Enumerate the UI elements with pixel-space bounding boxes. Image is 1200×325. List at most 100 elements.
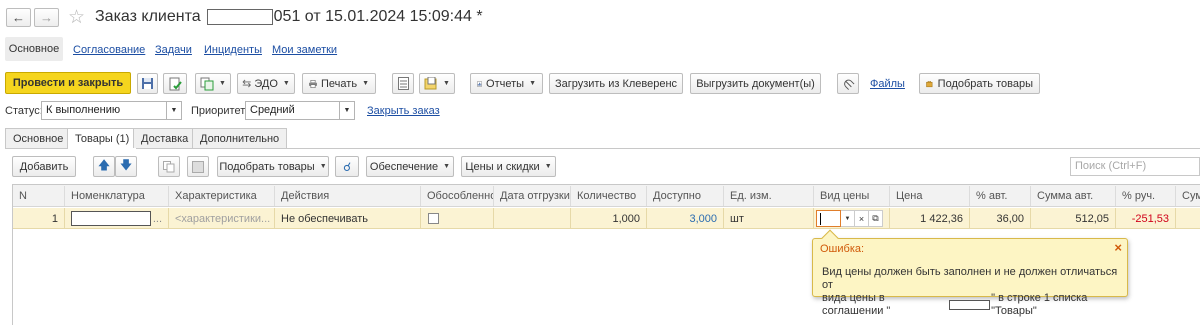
share-nodes-icon: ☌ xyxy=(342,159,352,174)
price-type-clear-button[interactable]: × xyxy=(855,210,869,227)
cell-manual-percent[interactable]: -251,53 xyxy=(1115,208,1175,229)
tab-additional-label: Дополнительно xyxy=(200,132,280,145)
section-tasks[interactable]: Задачи xyxy=(155,44,192,56)
share-button[interactable]: ☌ xyxy=(335,156,359,177)
cell-price-type[interactable]: ▼ × ⧉ xyxy=(813,208,889,229)
col-price-type[interactable]: Вид цены xyxy=(813,186,889,206)
cell-sum-cut[interactable] xyxy=(1175,208,1200,229)
col-auto-sum[interactable]: Сумма авт. xyxy=(1030,186,1115,206)
col-manual-percent[interactable]: % руч. xyxy=(1115,186,1175,206)
redacted-box xyxy=(206,9,273,25)
close-order-link[interactable]: Закрыть заказ xyxy=(367,105,440,117)
copy-row-button[interactable] xyxy=(158,156,180,177)
edo-label: ЭДО xyxy=(254,77,278,90)
col-unit[interactable]: Ед. изм. xyxy=(723,186,813,206)
col-sum-cut[interactable]: Сум xyxy=(1175,186,1200,206)
section-main[interactable]: Основное xyxy=(5,37,63,61)
error-message: Вид цены должен быть заполнен и не долже… xyxy=(822,266,1127,318)
edo-button[interactable]: ⇆ ЭДО ▼ xyxy=(237,73,295,94)
dropdown-arrow-icon: ▼ xyxy=(443,80,450,87)
cell-quantity[interactable]: 1,000 xyxy=(570,208,646,229)
section-notes[interactable]: Мои заметки xyxy=(272,44,337,56)
close-icon[interactable]: × xyxy=(1114,240,1122,255)
files-link[interactable]: Файлы xyxy=(870,78,905,90)
status-field[interactable]: К выполнению xyxy=(41,101,167,120)
load-cleverence-button[interactable]: Загрузить из Клеверенс xyxy=(549,73,683,94)
cell-auto-percent[interactable]: 36,00 xyxy=(969,208,1030,229)
arrow-right-icon: → xyxy=(40,10,53,25)
col-available[interactable]: Доступно xyxy=(646,186,723,206)
tab-delivery[interactable]: Доставка xyxy=(133,128,197,148)
dropdown-arrow-icon: ▼ xyxy=(319,163,327,170)
cell-unit[interactable]: шт xyxy=(723,208,813,229)
col-separately[interactable]: Обособленно xyxy=(420,186,493,206)
cell-ship-date[interactable] xyxy=(493,208,570,229)
cell-price[interactable]: 1 422,36 xyxy=(889,208,969,229)
provision-button[interactable]: Обеспечение ▼ xyxy=(366,156,454,177)
error-title: Ошибка: xyxy=(820,243,865,255)
load-cleverence-label: Загрузить из Клеверенс xyxy=(554,77,678,90)
cell-auto-sum[interactable]: 512,05 xyxy=(1030,208,1115,229)
pick-goods-button[interactable]: Подобрать товары ▼ xyxy=(217,156,329,177)
tab-goods[interactable]: Товары (1) xyxy=(67,128,138,149)
status-dropdown-button[interactable]: ▼ xyxy=(167,101,182,120)
delete-row-button[interactable] xyxy=(187,156,209,177)
error-line-2: вида цены в соглашении " " в строке 1 сп… xyxy=(822,292,1127,318)
col-nomenclature[interactable]: Номенклатура xyxy=(64,186,168,206)
arrow-down-icon: 🡇 xyxy=(119,158,133,172)
move-down-button[interactable]: 🡇 xyxy=(115,156,137,177)
star-icon[interactable]: ☆ xyxy=(68,6,85,29)
provision-label: Обеспечение xyxy=(369,160,439,173)
print-button[interactable]: Печать ▼ xyxy=(302,73,376,94)
structure-button[interactable] xyxy=(392,73,414,94)
cell-characteristic[interactable]: <характеристики... xyxy=(168,208,274,229)
cell-separately[interactable] xyxy=(420,208,493,229)
create-based-on-button[interactable]: ▼ xyxy=(195,73,231,94)
col-ship-date[interactable]: Дата отгрузки xyxy=(493,186,570,206)
forward-button[interactable]: → xyxy=(34,8,59,27)
move-up-button[interactable]: 🡅 xyxy=(93,156,115,177)
separately-checkbox[interactable] xyxy=(428,213,439,224)
attachments-button[interactable]: ▼ xyxy=(419,73,455,94)
post-and-close-button[interactable]: Провести и закрыть xyxy=(5,72,131,94)
tab-main[interactable]: Основное xyxy=(5,128,72,148)
pick-goods-main-button[interactable]: Подобрать товары xyxy=(919,73,1040,94)
cell-available[interactable]: 3,000 xyxy=(646,208,723,229)
priority-field[interactable]: Средний xyxy=(245,101,340,120)
price-type-input[interactable] xyxy=(816,210,841,227)
price-type-dropdown-button[interactable]: ▼ xyxy=(841,210,855,227)
prices-discounts-button[interactable]: Цены и скидки ▼ xyxy=(461,156,556,177)
col-price[interactable]: Цена xyxy=(889,186,969,206)
reports-button[interactable]: Отчеты ▼ xyxy=(470,73,543,94)
section-main-label: Основное xyxy=(8,43,60,55)
report-chart-icon xyxy=(477,80,483,87)
tab-additional[interactable]: Дополнительно xyxy=(192,128,288,148)
priority-label: Приоритет: xyxy=(191,105,249,117)
add-row-button[interactable]: Добавить xyxy=(12,156,76,177)
price-type-open-button[interactable]: ⧉ xyxy=(869,210,883,227)
redacted-box xyxy=(948,300,991,310)
dropdown-arrow-icon: ▼ xyxy=(443,163,451,170)
edo-icon: ⇆ xyxy=(242,78,252,90)
unload-document-button[interactable]: Выгрузить документ(ы) xyxy=(690,73,821,94)
post-close-label: Провести и закрыть xyxy=(12,77,124,89)
cell-action[interactable]: Не обеспечивать xyxy=(274,208,420,229)
prices-discounts-label: Цены и скидки xyxy=(465,160,540,173)
cell-n[interactable]: 1 xyxy=(13,208,64,229)
section-incidents[interactable]: Инциденты xyxy=(204,44,262,56)
error-line-1: Вид цены должен быть заполнен и не долже… xyxy=(822,266,1118,291)
col-actions[interactable]: Действия xyxy=(274,186,420,206)
cell-nomenclature[interactable]: ... xyxy=(64,208,168,229)
col-quantity[interactable]: Количество xyxy=(570,186,646,206)
search-input[interactable]: Поиск (Ctrl+F) xyxy=(1070,157,1200,176)
col-auto-percent[interactable]: % авт. xyxy=(969,186,1030,206)
attach-file-button[interactable]: ∈ xyxy=(837,73,859,94)
section-approval[interactable]: Согласование xyxy=(73,44,145,56)
col-characteristic[interactable]: Характеристика xyxy=(168,186,274,206)
priority-dropdown-button[interactable]: ▼ xyxy=(340,101,355,120)
save-button[interactable] xyxy=(137,73,158,94)
col-n[interactable]: N xyxy=(13,186,64,206)
back-button[interactable]: ← xyxy=(6,8,31,27)
post-button[interactable] xyxy=(163,73,187,94)
chevron-down-icon: ▼ xyxy=(343,107,351,114)
